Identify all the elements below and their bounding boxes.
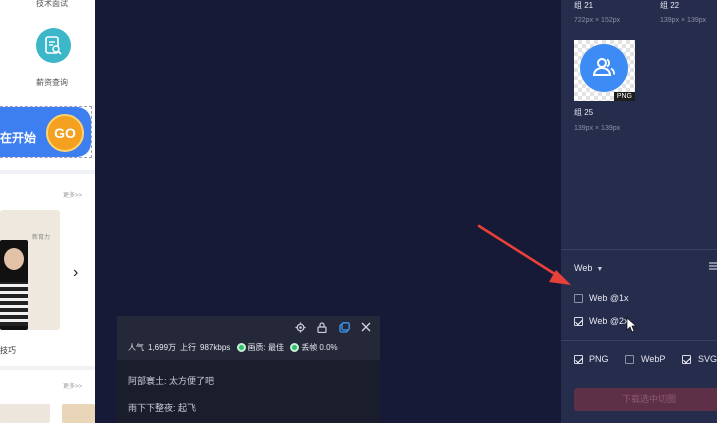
- salary-query-label[interactable]: 薪资查询: [36, 77, 68, 88]
- settings-sliders-icon[interactable]: [709, 261, 717, 273]
- tech-interview-label[interactable]: 技术面试: [36, 0, 68, 9]
- upload-label: 上行: [180, 343, 197, 352]
- panel-divider: [561, 249, 717, 250]
- popularity-label: 人气: [128, 343, 144, 352]
- export-panel: 组 21 722px × 152px 组 22 139px × 139px PN…: [561, 0, 717, 423]
- platform-select[interactable]: Web ▼: [574, 263, 603, 273]
- status-dot-icon: [290, 343, 300, 352]
- chevron-right-icon[interactable]: ›: [73, 264, 78, 282]
- web-2x-label[interactable]: Web @2x: [589, 316, 629, 326]
- article-thumbnail[interactable]: [62, 404, 95, 423]
- web-2x-checkbox[interactable]: [574, 317, 583, 326]
- web-1x-label[interactable]: Web @1x: [589, 293, 629, 303]
- more-link[interactable]: 更多>>: [63, 190, 82, 199]
- chevron-down-icon: ▼: [596, 266, 604, 273]
- tips-label[interactable]: 技巧: [0, 345, 16, 356]
- section-divider: [0, 170, 95, 174]
- popularity-value: 1,699万: [148, 343, 177, 352]
- card-sign-text: 新育力: [32, 235, 51, 241]
- png-checkbox[interactable]: [574, 355, 583, 364]
- users-icon: [580, 44, 628, 92]
- chat-message: 雨下下整夜: 起飞: [128, 403, 197, 413]
- close-icon[interactable]: [359, 322, 373, 336]
- chat-message: 阿部寰土: 太方便了吧: [128, 376, 215, 386]
- webp-label[interactable]: WebP: [641, 354, 665, 364]
- web-1x-checkbox[interactable]: [574, 294, 583, 303]
- live-header: 人气 1,699万 上行 987kbps 画质: 最佳 丢帧 0.0%: [117, 316, 380, 360]
- panel-divider: [561, 340, 717, 341]
- asset-size: 139px × 139px: [660, 17, 707, 24]
- more-link[interactable]: 更多>>: [63, 381, 82, 390]
- article-thumbnail[interactable]: [0, 404, 50, 423]
- asset-name[interactable]: 组 22: [660, 0, 679, 11]
- svg-checkbox[interactable]: [682, 355, 691, 364]
- person-photo: [0, 240, 28, 330]
- left-panel: 技术面试 薪资查询 在开始 GO 更多>> 新育力 › 技巧 更多>>: [0, 0, 95, 423]
- png-badge: PNG: [613, 92, 635, 101]
- lock-icon[interactable]: [315, 322, 329, 336]
- asset-name[interactable]: 组 21: [574, 0, 593, 11]
- asset-size: 722px × 152px: [574, 17, 621, 24]
- banner-text: 在开始: [0, 131, 37, 145]
- gear-icon[interactable]: [293, 322, 307, 336]
- go-button[interactable]: GO: [46, 114, 84, 152]
- frame-drop-status: 丢帧 0.0%: [301, 343, 338, 352]
- download-selected-button[interactable]: 下载选中切图: [574, 388, 717, 411]
- quality-status: 画质: 最佳: [247, 343, 284, 352]
- png-label[interactable]: PNG: [589, 354, 609, 364]
- popout-icon[interactable]: [337, 322, 351, 336]
- asset-thumbnail[interactable]: PNG: [574, 40, 635, 101]
- svg-label[interactable]: SVG: [698, 354, 717, 364]
- asset-name[interactable]: 组 25: [574, 107, 593, 118]
- webp-checkbox[interactable]: [625, 355, 634, 364]
- salary-query-icon[interactable]: [36, 28, 71, 63]
- live-stream-panel: 人气 1,699万 上行 987kbps 画质: 最佳 丢帧 0.0% 阿部寰土: 太…: [117, 316, 380, 423]
- platform-select-value: Web: [574, 263, 593, 273]
- asset-size: 139px × 139px: [574, 125, 621, 132]
- status-dot-icon: [236, 343, 246, 352]
- stream-stats: 人气 1,699万 上行 987kbps 画质: 最佳 丢帧 0.0%: [128, 342, 342, 353]
- section-divider: [0, 366, 95, 370]
- upload-value: 987kbps: [200, 343, 231, 352]
